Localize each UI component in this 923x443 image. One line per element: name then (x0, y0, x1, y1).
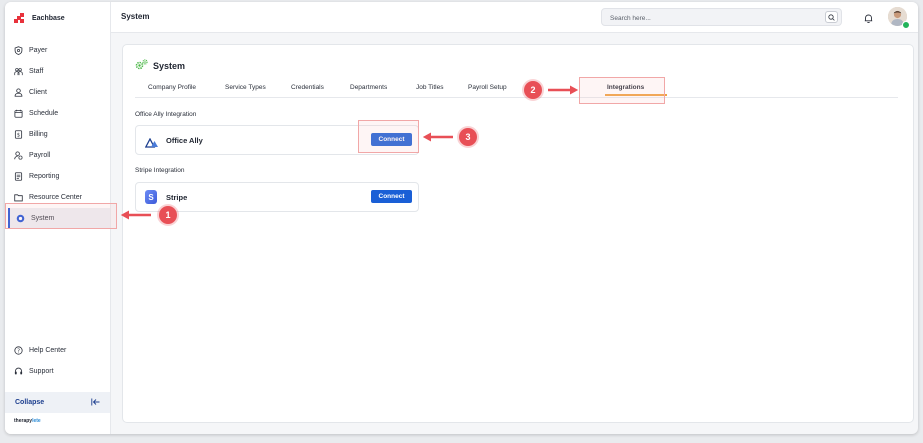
tab-company-profile[interactable]: Company Profile (148, 84, 196, 91)
sidebar-item-label: Help Center (29, 347, 67, 354)
sidebar-item-label: Payroll (29, 152, 51, 159)
sidebar-item-reporting[interactable]: Reporting (5, 166, 110, 187)
integration-name: Stripe (166, 193, 188, 202)
brand[interactable]: Eachbase (14, 11, 65, 25)
office-ally-logo-icon (144, 135, 159, 153)
shield-icon (14, 46, 23, 55)
tab-payroll-setup[interactable]: Payroll Setup (468, 84, 507, 91)
sidebar-item-support[interactable]: Support (5, 361, 110, 382)
annotation-badge-2: 2 (524, 81, 542, 99)
bell-icon[interactable] (863, 11, 874, 23)
annotation-badge-1: 1 (159, 206, 177, 224)
sidebar-item-help-center[interactable]: ? Help Center (5, 340, 110, 361)
sidebar-item-schedule[interactable]: Schedule (5, 103, 110, 124)
search-box (601, 8, 842, 26)
arrow-1-icon (120, 210, 151, 220)
brand-logo-icon (14, 13, 24, 23)
sidebar-item-payer[interactable]: Payer (5, 40, 110, 61)
headset-icon (14, 367, 23, 376)
billing-icon: $ (14, 130, 23, 139)
highlight-connect-button (358, 120, 419, 153)
svg-text:$: $ (17, 132, 20, 138)
integration-card-stripe: S Stripe Connect (135, 182, 419, 212)
sidebar-item-label: Schedule (29, 110, 59, 117)
report-icon (14, 172, 23, 181)
section-label-stripe: Stripe Integration (135, 167, 185, 174)
system-card: System Company Profile Service Types Cre… (122, 44, 914, 423)
brand-name: Eachbase (32, 14, 65, 22)
help-icon: ? (14, 346, 23, 355)
arrow-3-icon (422, 132, 453, 142)
arrow-2-icon (548, 85, 579, 95)
sidebar-item-label: Staff (29, 68, 44, 75)
sidebar-bottom-nav: ? Help Center Support (5, 340, 110, 382)
svg-text:?: ? (17, 348, 20, 354)
highlight-system-nav (5, 203, 117, 229)
search-input[interactable] (608, 12, 812, 24)
footer-logo: therapylete (14, 418, 41, 424)
search-button[interactable] (825, 11, 838, 23)
collapse-label: Collapse (15, 399, 45, 406)
sidebar-item-staff[interactable]: Staff (5, 61, 110, 82)
section-label-office-ally: Office Ally Integration (135, 111, 197, 118)
gears-icon (135, 59, 148, 72)
tab-service-types[interactable]: Service Types (225, 84, 266, 91)
tab-bar: Company Profile Service Types Credential… (135, 81, 898, 98)
tab-job-titles[interactable]: Job Titles (416, 84, 443, 91)
stripe-connect-button[interactable]: Connect (371, 190, 412, 203)
online-status-dot (902, 21, 910, 29)
payroll-icon (14, 151, 23, 160)
sidebar-item-payroll[interactable]: Payroll (5, 145, 110, 166)
sidebar-item-label: Client (29, 89, 47, 96)
topbar: System (111, 2, 918, 33)
sidebar-item-label: Payer (29, 47, 48, 54)
tab-credentials[interactable]: Credentials (291, 84, 324, 91)
sidebar-item-label: Reporting (29, 173, 60, 180)
sidebar-item-label: Support (29, 368, 54, 375)
collapse-button[interactable]: Collapse (5, 392, 110, 413)
user-icon (14, 88, 23, 97)
annotation-badge-3: 3 (459, 128, 477, 146)
tab-departments[interactable]: Departments (350, 84, 387, 91)
folder-icon (14, 193, 23, 202)
calendar-icon (14, 109, 23, 118)
sidebar-nav: Payer Staff Client Schedule $ Billing Pa… (5, 40, 110, 229)
footer-logo-part: therapy (14, 418, 33, 424)
stripe-logo-icon: S (145, 190, 157, 204)
topbar-title: System (121, 12, 150, 21)
sidebar-item-client[interactable]: Client (5, 82, 110, 103)
sidebar-item-billing[interactable]: $ Billing (5, 124, 110, 145)
sidebar-item-label: Billing (29, 131, 48, 138)
collapse-arrow-icon (91, 398, 100, 408)
app-window: Eachbase Payer Staff Client Schedule $ B… (5, 2, 918, 434)
sidebar-item-label: Resource Center (29, 194, 82, 201)
page-title: System (135, 59, 185, 72)
integration-name: Office Ally (166, 136, 203, 145)
highlight-integrations-tab (579, 77, 665, 104)
footer-logo-accent: lete (32, 418, 41, 424)
staff-icon (14, 67, 23, 76)
page-title-text: System (153, 60, 186, 71)
search-icon (828, 8, 835, 26)
